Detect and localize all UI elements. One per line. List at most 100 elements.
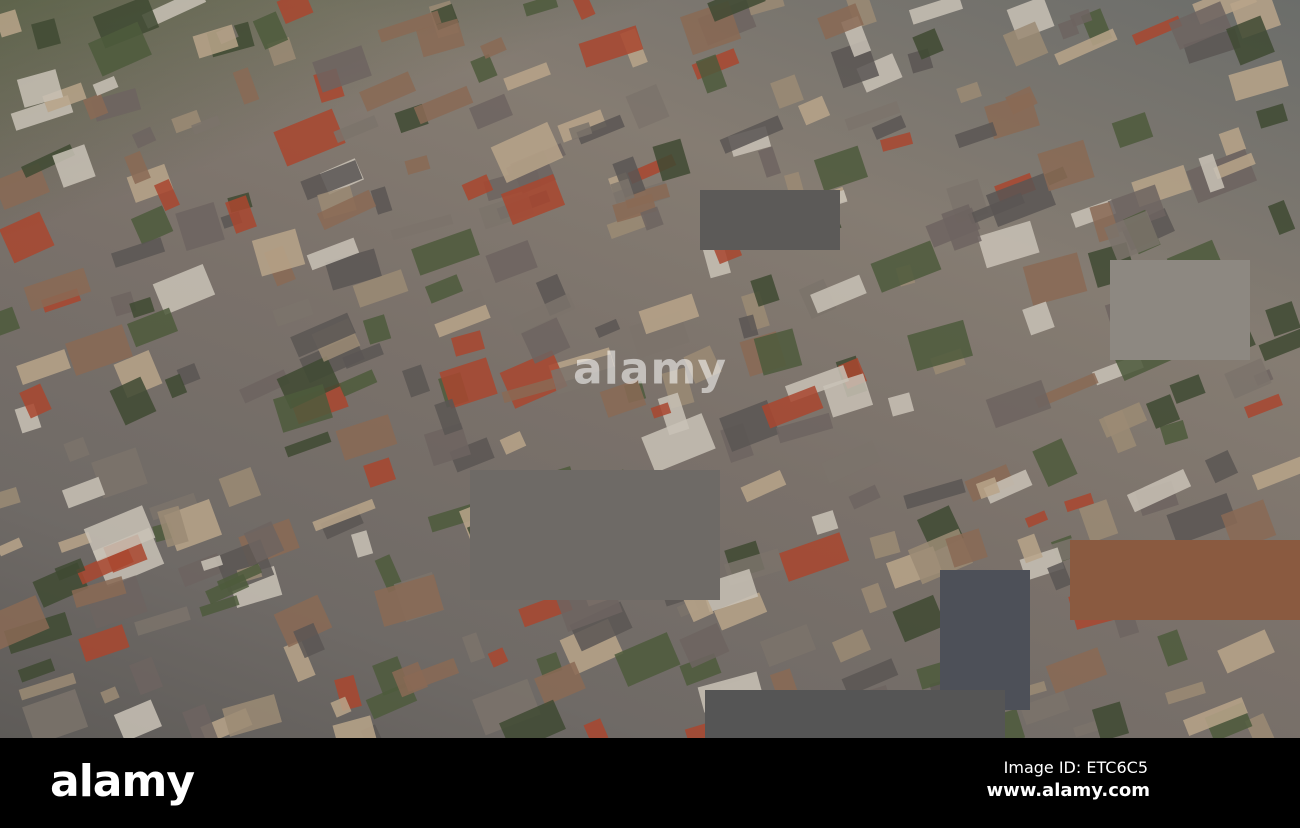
building-roof <box>1268 199 1296 235</box>
building-roof <box>470 53 498 84</box>
building-roof <box>1256 102 1289 129</box>
building-roof <box>404 155 431 176</box>
building-roof <box>503 62 552 91</box>
building-roof <box>113 699 163 738</box>
large-building <box>940 570 1030 710</box>
building-roof <box>63 437 90 463</box>
building-roof <box>887 392 914 417</box>
building-roof <box>402 364 430 397</box>
building-roof <box>129 656 163 695</box>
large-building <box>700 190 840 250</box>
building-roof <box>892 594 947 643</box>
building-roof <box>522 0 559 16</box>
building-roof <box>1046 561 1072 591</box>
building-roof <box>174 202 225 251</box>
large-building <box>1070 540 1300 620</box>
building-roof <box>595 319 621 339</box>
building-roof <box>740 469 788 503</box>
building-roof <box>333 115 380 144</box>
building-roof <box>363 457 397 488</box>
building-roof <box>99 686 120 704</box>
building-roof <box>410 228 480 276</box>
building-roof <box>110 237 166 268</box>
building-roof <box>1037 139 1096 191</box>
building-roof <box>462 632 486 663</box>
building-roof <box>0 211 55 264</box>
building-roof <box>468 93 514 130</box>
aerial-photo: alamy <box>0 0 1300 738</box>
building-roof <box>759 623 816 667</box>
building-roof <box>1024 509 1049 528</box>
large-building <box>705 690 1005 738</box>
building-roof <box>390 214 454 241</box>
building-roof <box>61 476 106 509</box>
large-building <box>470 470 720 600</box>
building-roof <box>831 629 871 663</box>
building-roof <box>778 532 849 582</box>
building-roof <box>78 623 130 662</box>
building-roof <box>15 348 71 385</box>
building-roof <box>1164 681 1206 706</box>
building-roof <box>1157 629 1188 667</box>
building-roof <box>92 76 118 96</box>
building-roof <box>814 145 869 192</box>
building-roof <box>332 714 378 738</box>
building-roof <box>908 0 963 25</box>
building-roof <box>757 146 781 178</box>
building-roof <box>251 228 305 277</box>
building-roof <box>350 529 373 557</box>
watermark: alamy <box>573 343 727 395</box>
building-roof <box>276 0 314 25</box>
building-roof <box>225 195 258 235</box>
alamy-logo: alamy <box>50 756 195 807</box>
building-roof <box>413 85 474 125</box>
image-id: Image ID: ETC6C5 <box>1003 758 1148 777</box>
building-roof <box>583 718 609 738</box>
building-roof <box>272 298 314 327</box>
building-roof <box>639 206 664 232</box>
building-roof <box>1032 438 1078 488</box>
building-roof <box>956 82 982 104</box>
website-url: www.alamy.com <box>986 780 1150 801</box>
building-roof <box>273 108 346 167</box>
building-roof <box>985 379 1051 428</box>
building-roof <box>152 263 215 316</box>
building-roof <box>1169 373 1206 404</box>
building-roof <box>861 582 888 614</box>
building-roof <box>811 510 839 535</box>
building-roof <box>571 0 596 20</box>
building-roof <box>0 306 20 339</box>
building-roof <box>218 466 262 508</box>
building-roof <box>614 632 681 688</box>
building-roof <box>487 647 508 668</box>
building-roof <box>221 694 282 737</box>
building-roof <box>1217 629 1275 673</box>
building-roof <box>0 537 24 557</box>
building-roof <box>770 74 805 109</box>
building-roof <box>1228 60 1290 102</box>
building-roof <box>821 440 882 484</box>
building-roof <box>480 36 507 60</box>
building-roof <box>625 83 670 129</box>
building-roof <box>1243 393 1283 419</box>
building-roof <box>0 486 21 512</box>
building-roof <box>132 126 157 149</box>
building-roof <box>1204 450 1239 484</box>
building-roof <box>1073 720 1099 738</box>
building-roof <box>1045 647 1107 694</box>
building-roof <box>954 122 998 149</box>
large-building <box>1110 260 1250 360</box>
building-roof <box>652 138 691 182</box>
building-roof <box>869 531 900 559</box>
building-roof <box>1022 252 1088 306</box>
building-roof <box>1022 301 1055 336</box>
building-roof <box>338 369 378 397</box>
building-roof <box>977 220 1040 269</box>
building-roof <box>335 414 398 461</box>
building-roof <box>284 431 332 458</box>
building-roof <box>450 330 485 357</box>
building-roof <box>1091 701 1129 738</box>
building-roof <box>848 484 881 510</box>
building-roof <box>30 18 61 50</box>
building-roof <box>902 479 966 510</box>
